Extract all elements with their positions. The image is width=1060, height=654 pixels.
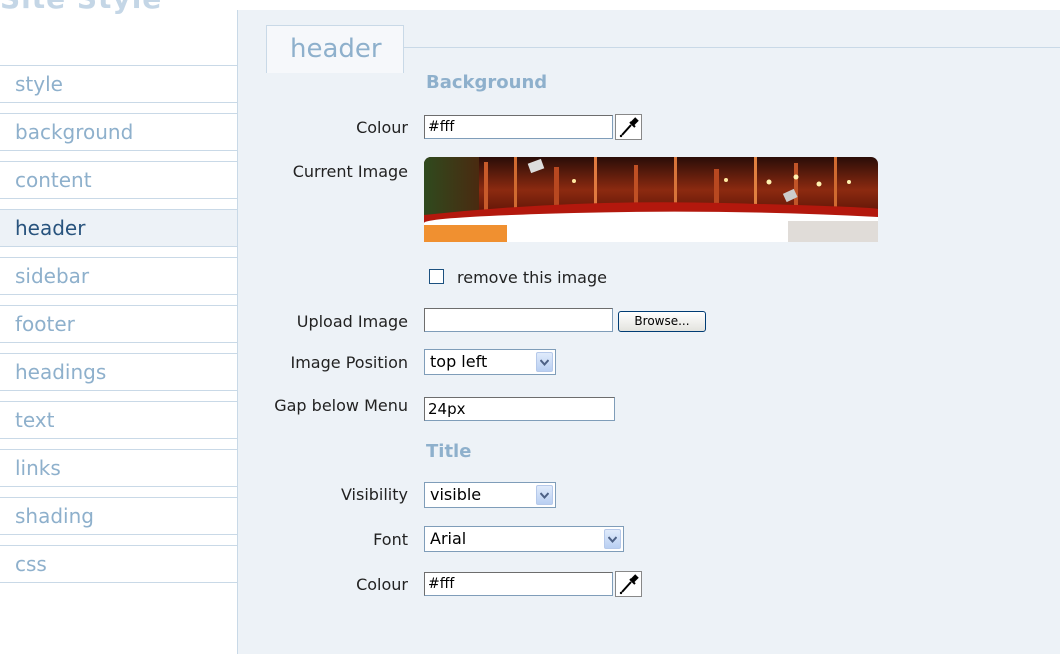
- title-section-title: Title: [426, 441, 472, 462]
- browse-button[interactable]: Browse...: [618, 311, 706, 332]
- sidebar-item-style[interactable]: style: [0, 65, 238, 103]
- font-select[interactable]: Arial: [424, 526, 624, 552]
- chevron-down-icon[interactable]: [536, 352, 553, 372]
- title-colour-label: Colour: [356, 575, 408, 594]
- background-section-title: Background: [426, 72, 548, 93]
- eyedropper-icon[interactable]: [615, 571, 642, 597]
- settings-panel: header Background Colour #fff Current Im…: [237, 10, 1060, 654]
- page-title: Site Style: [0, 0, 162, 15]
- sidebar-item-shading[interactable]: shading: [0, 497, 238, 535]
- remove-image-label: remove this image: [457, 268, 607, 287]
- sidebar-item-links[interactable]: links: [0, 449, 238, 487]
- gap-below-menu-input[interactable]: 24px: [424, 397, 615, 421]
- image-position-value: top left: [430, 352, 488, 371]
- sidebar-item-background[interactable]: background: [0, 113, 238, 151]
- current-image-label: Current Image: [292, 162, 408, 181]
- sidebar-item-footer[interactable]: footer: [0, 305, 238, 343]
- chevron-down-icon[interactable]: [536, 485, 553, 505]
- chevron-down-icon[interactable]: [604, 529, 621, 549]
- tab-header[interactable]: header: [266, 25, 404, 73]
- sidebar-item-headings[interactable]: headings: [0, 353, 238, 391]
- sidebar-nav: style background content header sidebar …: [0, 65, 238, 593]
- sidebar-item-text[interactable]: text: [0, 401, 238, 439]
- visibility-value: visible: [430, 485, 482, 504]
- remove-image-checkbox[interactable]: [429, 269, 444, 284]
- sidebar-item-sidebar[interactable]: sidebar: [0, 257, 238, 295]
- font-label: Font: [373, 530, 408, 549]
- bg-colour-label: Colour: [356, 118, 408, 137]
- visibility-select[interactable]: visible: [424, 482, 556, 508]
- visibility-label: Visibility: [340, 485, 408, 504]
- image-position-select[interactable]: top left: [424, 349, 556, 375]
- bg-colour-input[interactable]: #fff: [424, 115, 613, 139]
- image-position-label: Image Position: [290, 353, 409, 372]
- gap-below-menu-label: Gap below Menu: [274, 396, 408, 415]
- sidebar-item-content[interactable]: content: [0, 161, 238, 199]
- sidebar-item-header[interactable]: header: [0, 209, 238, 247]
- font-value: Arial: [430, 529, 467, 548]
- sidebar-item-css[interactable]: css: [0, 545, 238, 583]
- upload-image-field[interactable]: [424, 308, 613, 332]
- upload-image-label: Upload Image: [296, 312, 408, 331]
- eyedropper-icon[interactable]: [615, 114, 642, 140]
- title-colour-input[interactable]: #fff: [424, 572, 613, 596]
- current-header-image: [424, 157, 878, 242]
